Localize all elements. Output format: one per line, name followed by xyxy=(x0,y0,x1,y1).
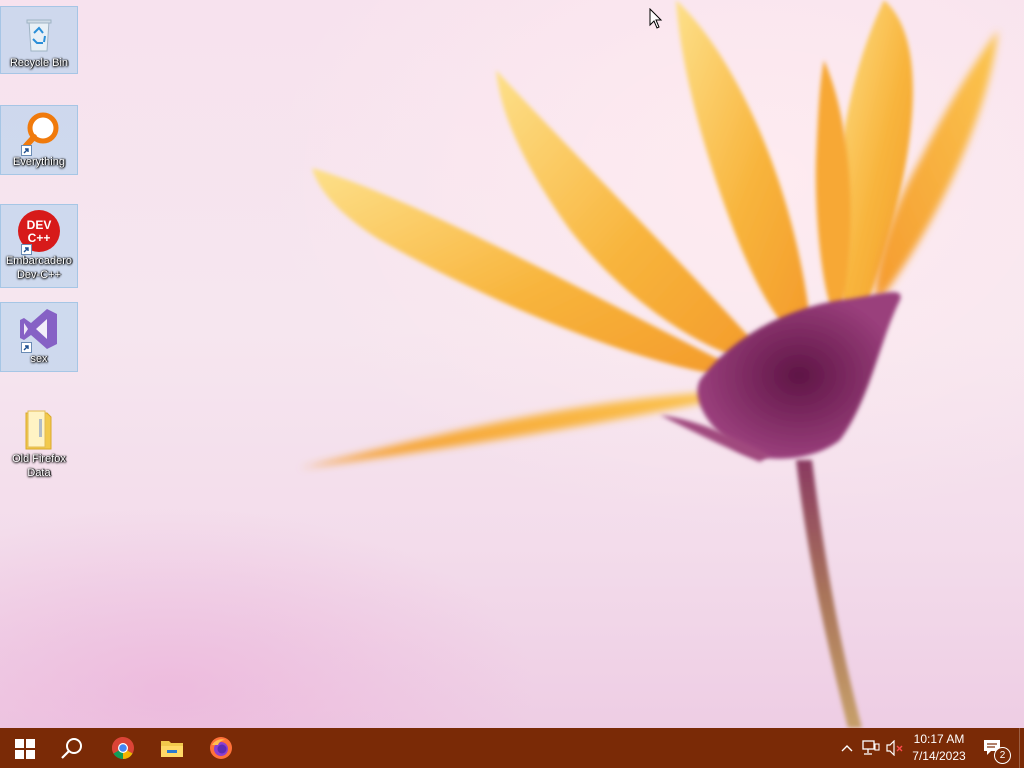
folder-icon xyxy=(17,407,61,451)
desktop-icon-folder[interactable]: Old Firefox Data xyxy=(0,402,78,486)
chrome-taskbar-button[interactable] xyxy=(99,728,147,768)
desktop-icon-label: sex xyxy=(30,353,48,365)
desktop-icon-recycle-bin[interactable]: Recycle Bin xyxy=(0,6,78,74)
chevron-up-icon xyxy=(841,745,853,752)
clock-time: 10:17 AM xyxy=(913,732,965,746)
file-explorer-icon xyxy=(161,741,183,757)
clock-date: 7/14/2023 xyxy=(912,749,966,763)
volume-tray-button[interactable] xyxy=(884,728,906,768)
taskbar: 10:17 AM 7/14/2023 2 xyxy=(0,728,1024,768)
shortcut-arrow-icon xyxy=(21,244,32,255)
show-hidden-icons-button[interactable] xyxy=(838,728,856,768)
chrome-icon xyxy=(112,737,134,759)
devcpp-icon-text: C++ xyxy=(28,231,51,245)
notification-count-badge: 2 xyxy=(994,747,1011,764)
desktop-icon-label: Old Firefox Data xyxy=(12,453,66,479)
start-button[interactable] xyxy=(0,728,48,768)
desktop-icon-label: Embarcadero Dev-C++ xyxy=(5,255,73,281)
volume-muted-icon xyxy=(886,740,903,756)
mouse-cursor-icon xyxy=(649,8,663,29)
desktop-icon-everything[interactable]: Everything xyxy=(0,105,78,175)
devcpp-icon-text: DEV xyxy=(27,218,52,232)
network-icon xyxy=(862,740,880,755)
taskbar-clock[interactable]: 10:17 AM 7/14/2023 xyxy=(906,731,972,765)
firefox-icon xyxy=(210,737,232,759)
wallpaper-flower xyxy=(300,0,998,728)
visual-studio-icon xyxy=(17,307,61,353)
network-tray-button[interactable] xyxy=(860,728,882,768)
show-desktop-button[interactable] xyxy=(1019,728,1024,768)
devcpp-icon: DEV C++ xyxy=(17,209,61,255)
desktop-icon-visual-studio[interactable]: sex xyxy=(0,302,78,372)
desktop-icon-label: Recycle Bin xyxy=(9,57,69,69)
action-center-button[interactable]: 2 xyxy=(978,728,1018,768)
desktop[interactable]: Recycle Bin Everything DEV C++ Embarcade… xyxy=(0,0,1024,728)
windows-logo-icon xyxy=(15,739,35,759)
search-button[interactable] xyxy=(48,728,96,768)
recycle-bin-icon xyxy=(17,11,61,55)
everything-search-icon xyxy=(17,110,61,156)
shortcut-arrow-icon xyxy=(21,145,32,156)
desktop-icon-devcpp[interactable]: DEV C++ Embarcadero Dev-C++ xyxy=(0,204,78,288)
desktop-icon-label: Everything xyxy=(13,156,65,168)
search-icon xyxy=(61,738,82,759)
firefox-taskbar-button[interactable] xyxy=(197,728,245,768)
file-explorer-taskbar-button[interactable] xyxy=(148,728,196,768)
shortcut-arrow-icon xyxy=(21,342,32,353)
